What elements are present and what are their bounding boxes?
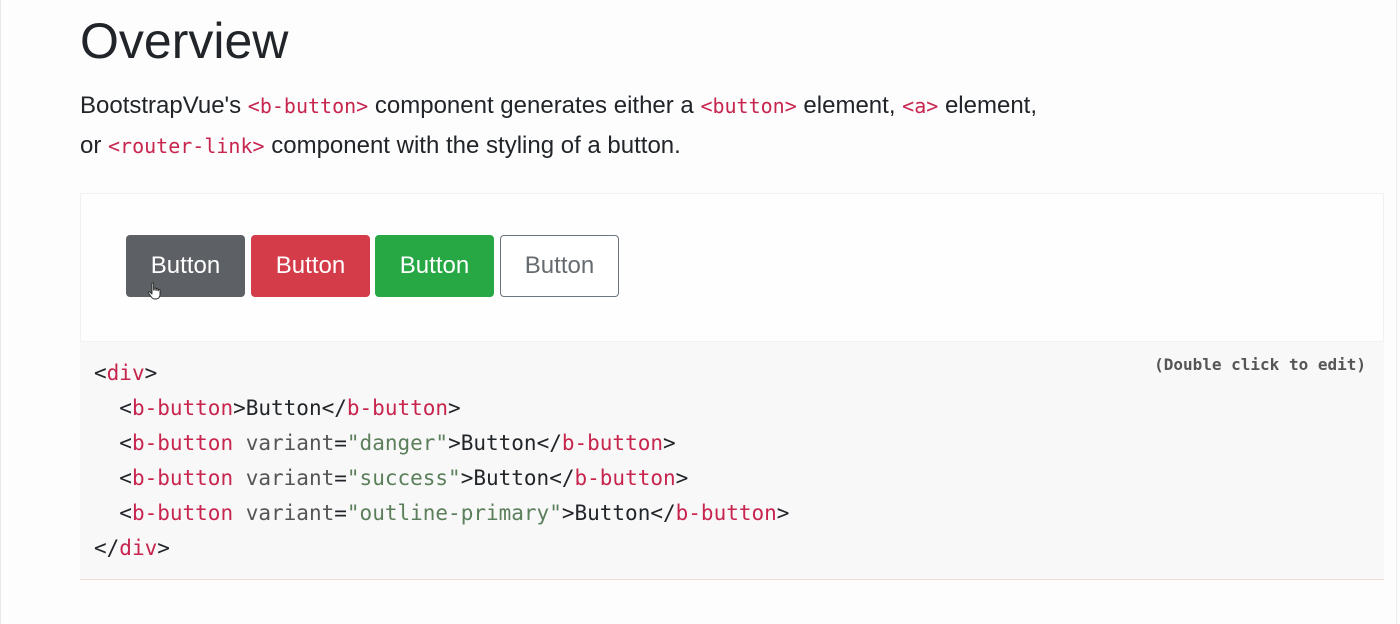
edit-hint: (Double click to edit) (1154, 355, 1366, 374)
hand-pointer-icon (148, 282, 161, 300)
lead-text: or (80, 132, 109, 159)
inline-code: <b-button> (247, 94, 369, 118)
code-token-punc: > (776, 501, 790, 525)
inline-code: <router-link> (108, 134, 265, 158)
code-token-tag: b-button (346, 396, 449, 420)
code-token-punc: >Button</ (448, 431, 562, 455)
code-token-tag: div (106, 361, 145, 385)
page-title: Overview (80, 13, 289, 69)
code-token-str: "success" (346, 466, 461, 490)
code-token-tag: b-button (561, 431, 664, 455)
code-token-punc: < (94, 431, 132, 455)
inline-code: <a> (902, 94, 939, 118)
lead-text: element, (938, 92, 1037, 119)
code-token-punc: > (448, 396, 461, 420)
code-token-punc: < (94, 466, 132, 490)
code-token-punc: < (94, 361, 107, 385)
code-token-tag: b-button (131, 501, 234, 525)
code-line: <b-button>Button</b-button> (94, 391, 789, 426)
code-token-punc: = (334, 501, 347, 525)
code-token-tag: b-button (131, 396, 234, 420)
code-token-punc: > (663, 431, 676, 455)
code-token-punc: > (144, 361, 158, 385)
code-line: <b-button variant="danger">Button</b-but… (94, 426, 789, 461)
code-token-attr: variant (233, 431, 335, 455)
danger-button[interactable]: Button (251, 235, 370, 297)
code-token-punc: >Button</ (561, 501, 676, 525)
left-divider (0, 0, 1, 624)
code-token-punc: >Button</ (233, 396, 347, 420)
code-token-str: "outline-primary" (346, 501, 562, 525)
button-demo-panel: Button Button Button Button (80, 193, 1384, 342)
code-token-punc: >Button</ (460, 466, 575, 490)
lead-text: BootstrapVue's (80, 92, 248, 119)
code-token-punc: > (157, 536, 170, 560)
code-token-punc: > (675, 466, 689, 490)
code-token-punc: = (334, 431, 347, 455)
outline-primary-button[interactable]: Button (500, 235, 619, 297)
code-token-punc: </ (94, 536, 120, 560)
inline-code: <button> (700, 94, 797, 118)
success-button[interactable]: Button (375, 235, 494, 297)
code-line: </div> (94, 531, 789, 566)
code-line: <b-button variant="outline-primary">Butt… (94, 496, 789, 531)
lead-text: component generates either a (368, 92, 701, 119)
code-block[interactable]: <div> <b-button>Button</b-button> <b-but… (94, 356, 789, 566)
code-token-tag: b-button (675, 501, 777, 525)
code-token-tag: b-button (131, 466, 234, 490)
code-token-punc: < (94, 396, 132, 420)
lead-text: component with the styling of a button. (264, 132, 681, 159)
lead-paragraph: BootstrapVue's <b-button> component gene… (80, 86, 1180, 166)
code-token-tag: div (119, 536, 158, 560)
code-token-punc: = (334, 466, 347, 490)
right-divider (1396, 0, 1397, 624)
code-token-punc: < (94, 501, 132, 525)
code-token-attr: variant (233, 501, 335, 525)
lead-text: element, (796, 92, 903, 119)
code-token-tag: b-button (574, 466, 676, 490)
code-line: <b-button variant="success">Button</b-bu… (94, 461, 789, 496)
code-token-tag: b-button (131, 431, 234, 455)
secondary-button[interactable]: Button (126, 235, 245, 297)
code-line: <div> (94, 356, 789, 391)
code-token-str: "danger" (346, 431, 449, 455)
code-example-panel[interactable]: (Double click to edit) <div> <b-button>B… (80, 342, 1384, 580)
code-token-attr: variant (233, 466, 335, 490)
